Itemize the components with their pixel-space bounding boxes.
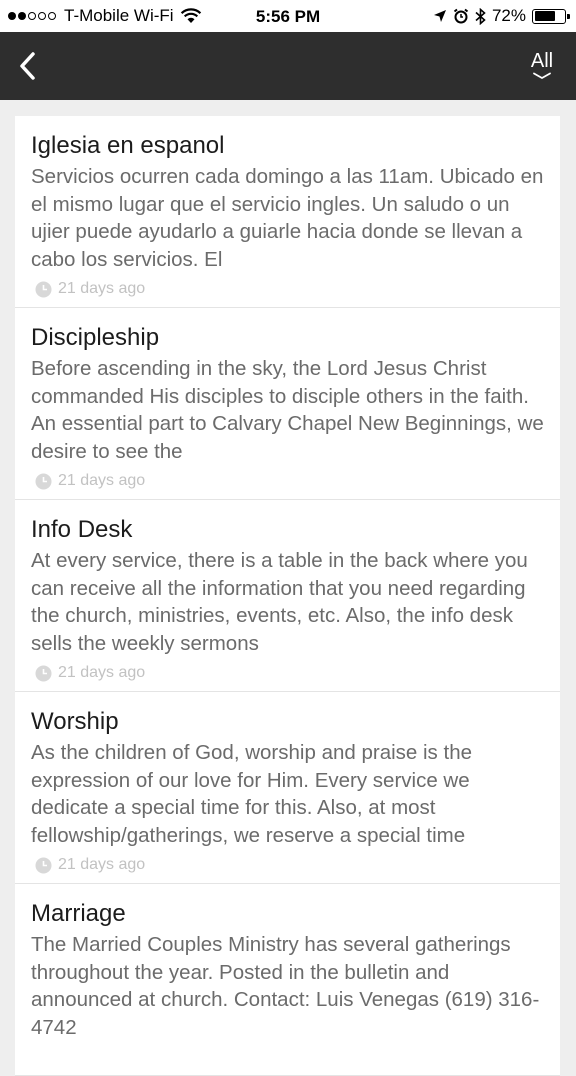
- list-item[interactable]: Info Desk At every service, there is a t…: [15, 500, 560, 692]
- alarm-icon: [453, 8, 469, 24]
- item-title: Info Desk: [31, 516, 133, 543]
- item-timestamp: 21 days ago: [58, 280, 146, 297]
- battery-icon: [532, 8, 570, 24]
- bluetooth-icon: [475, 7, 486, 25]
- battery-nub: [567, 13, 570, 19]
- item-title: Worship: [31, 708, 119, 735]
- item-title: Marriage: [31, 900, 126, 927]
- item-meta: 21 days ago: [35, 280, 145, 298]
- item-body: The Married Couples Ministry has several…: [31, 933, 540, 1039]
- item-timestamp: 21 days ago: [58, 472, 146, 489]
- list-item[interactable]: Marriage The Married Couples Ministry ha…: [15, 884, 560, 1076]
- signal-dot: [48, 12, 56, 20]
- clock-icon: [35, 857, 52, 873]
- filter-label: All: [530, 50, 554, 72]
- carrier-label: T-Mobile Wi-Fi: [64, 6, 174, 25]
- battery-percent: 72%: [491, 6, 526, 25]
- signal-dot: [18, 12, 26, 20]
- signal-dot: [8, 12, 16, 20]
- list-item[interactable]: Discipleship Before ascending in the sky…: [15, 308, 560, 500]
- clock-icon: [35, 281, 52, 297]
- status-bar-left: T-Mobile Wi-Fi: [8, 0, 202, 32]
- clock-icon: [35, 473, 52, 489]
- item-body: As the children of God, worship and prai…: [31, 741, 472, 847]
- item-meta: 21 days ago: [35, 856, 145, 874]
- item-meta: 21 days ago: [35, 472, 145, 490]
- list-item[interactable]: Worship As the children of God, worship …: [15, 692, 560, 884]
- item-title: Discipleship: [31, 324, 160, 351]
- chevron-down-icon: [533, 72, 551, 80]
- status-bar: T-Mobile Wi-Fi 5:56 PM 72%: [0, 0, 576, 32]
- location-arrow-icon: [433, 10, 446, 22]
- item-title: Iglesia en espanol: [31, 132, 225, 159]
- chevron-left-icon: [20, 52, 35, 80]
- list-item[interactable]: Iglesia en espanol Servicios ocurren cad…: [15, 116, 560, 308]
- item-timestamp: 21 days ago: [58, 664, 146, 681]
- item-timestamp: 21 days ago: [58, 856, 146, 873]
- announcement-list: Iglesia en espanol Servicios ocurren cad…: [15, 116, 560, 1076]
- item-body: Before ascending in the sky, the Lord Je…: [31, 357, 544, 463]
- status-bar-right: 72%: [433, 0, 570, 32]
- wifi-icon: [180, 8, 201, 23]
- item-body: At every service, there is a table in th…: [31, 549, 528, 655]
- battery-level-fill: [534, 11, 556, 21]
- back-button[interactable]: [8, 46, 48, 86]
- signal-dot: [28, 12, 36, 20]
- item-meta: 21 days ago: [35, 664, 145, 682]
- clock-icon: [35, 665, 52, 681]
- signal-dot: [38, 12, 46, 20]
- filter-dropdown[interactable]: All: [522, 50, 562, 90]
- signal-strength-icon: [8, 12, 58, 20]
- item-body: Servicios ocurren cada domingo a las 11a…: [31, 165, 544, 271]
- navigation-bar: All: [0, 32, 576, 100]
